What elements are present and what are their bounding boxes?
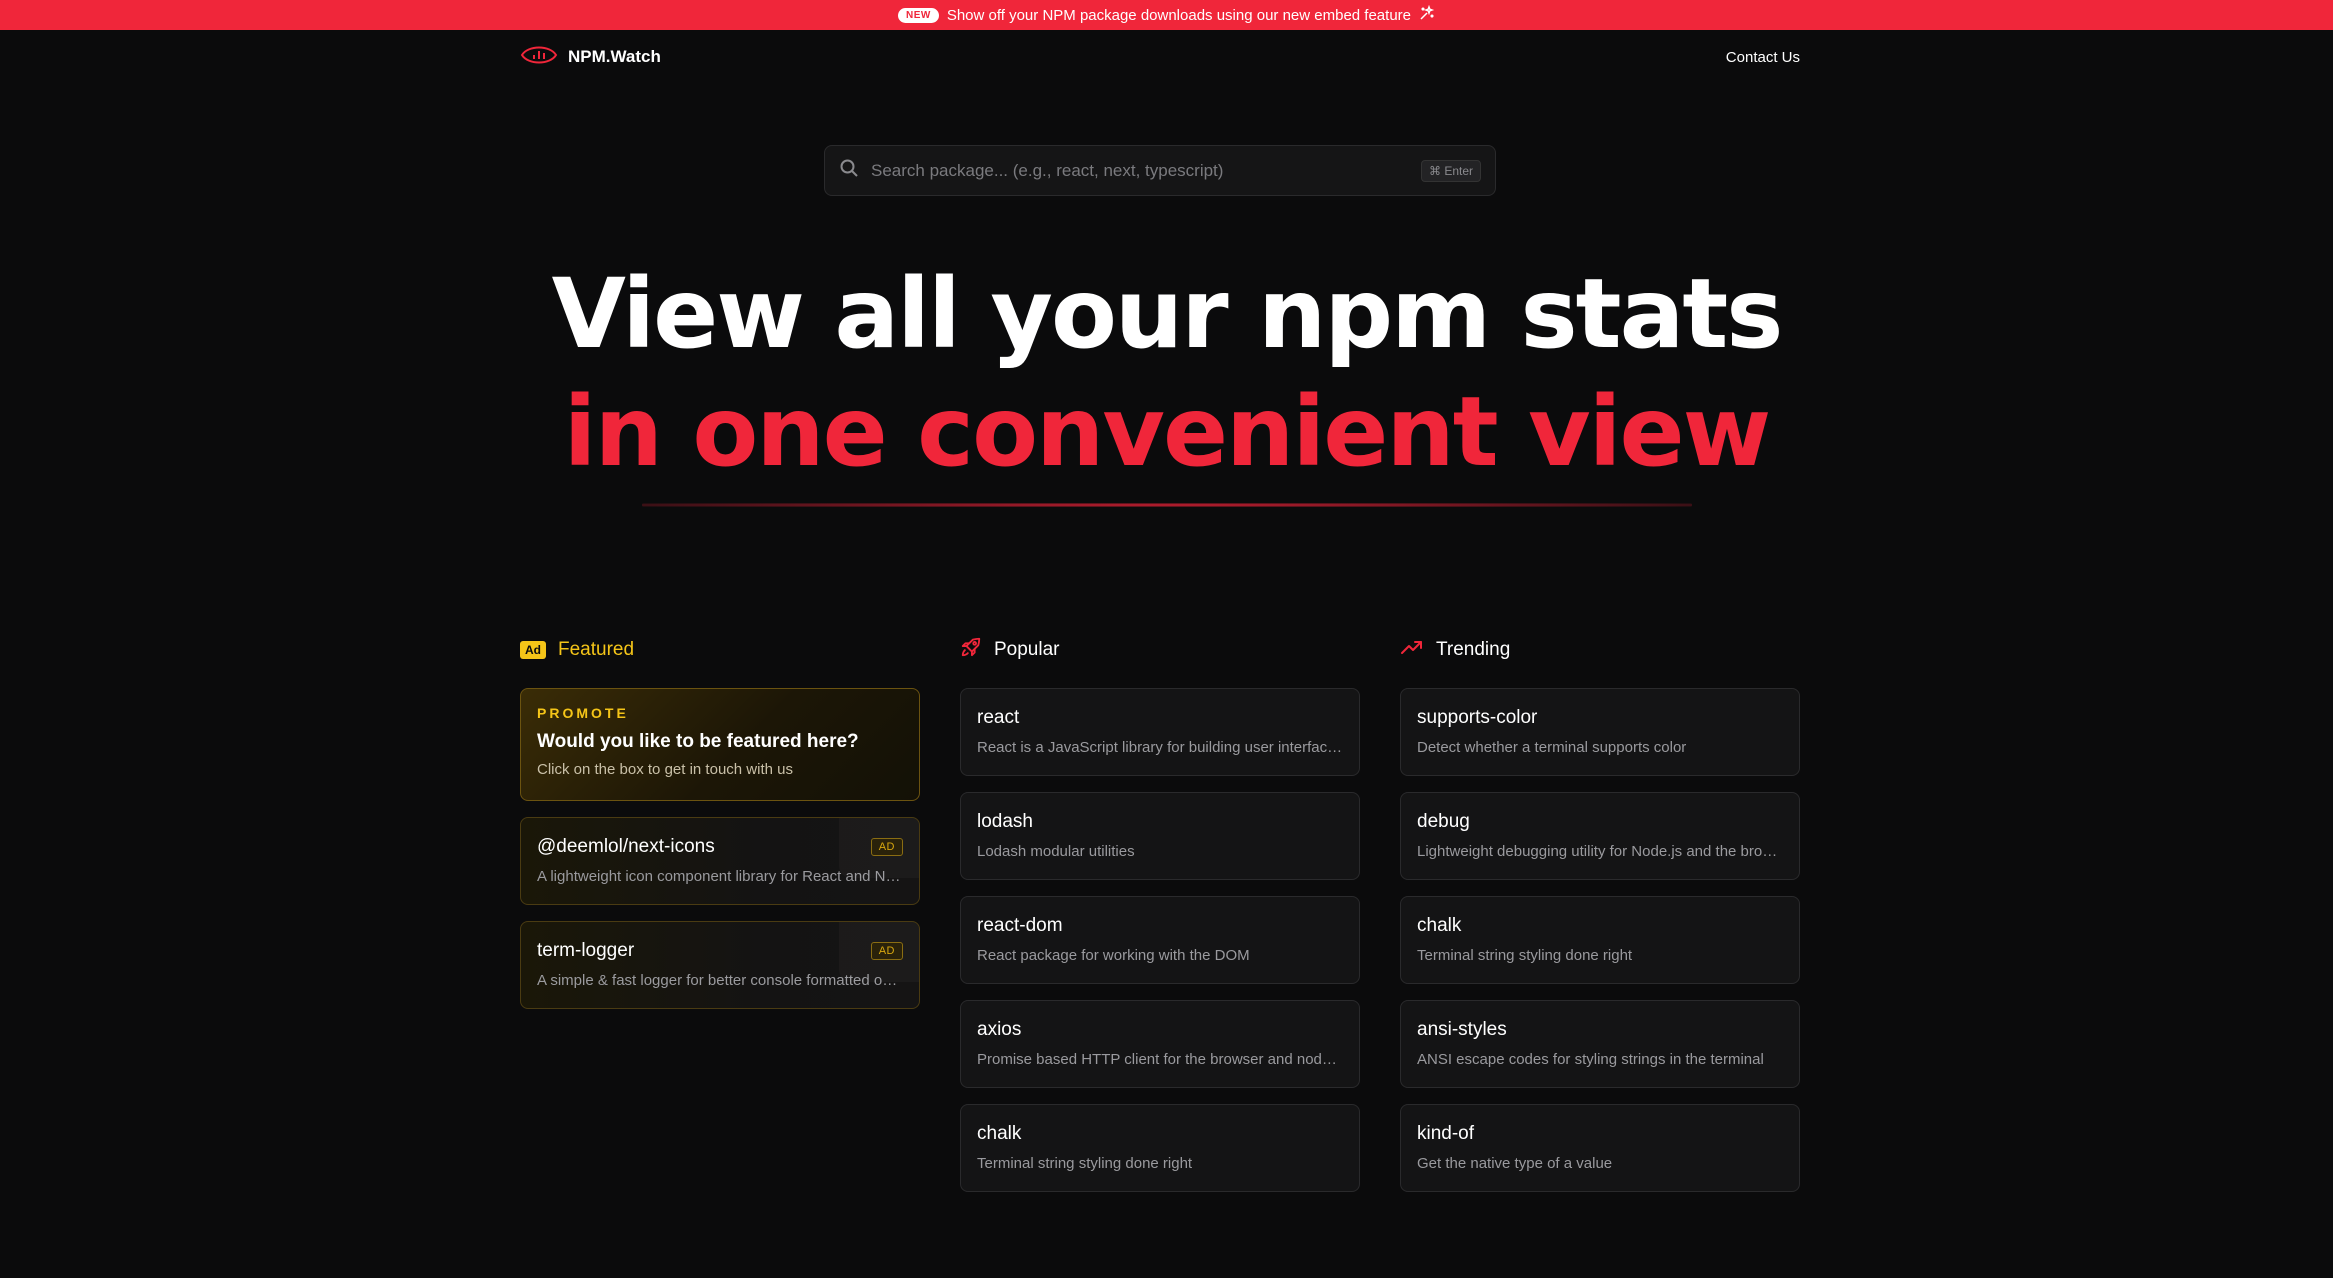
package-name: kind-of xyxy=(1417,1123,1475,1144)
package-name: chalk xyxy=(977,1123,1022,1144)
ad-icon: Ad xyxy=(520,641,546,659)
popular-header: Popular xyxy=(960,636,1360,664)
popular-column: Popular react React is a JavaScript libr… xyxy=(960,636,1360,1208)
ad-package-card[interactable]: @deemlol/next-icons A lightweight icon c… xyxy=(520,817,920,905)
trending-header: Trending xyxy=(1400,636,1800,664)
rocket-icon xyxy=(960,636,982,664)
trending-up-icon xyxy=(1400,636,1424,664)
trending-title: Trending xyxy=(1436,639,1511,660)
package-description: React package for working with the DOM xyxy=(977,947,1250,964)
package-name: ansi-styles xyxy=(1417,1019,1507,1040)
promote-card[interactable]: PROMOTE Would you like to be featured he… xyxy=(520,688,920,801)
package-card[interactable]: kind-of Get the native type of a value xyxy=(1400,1104,1800,1192)
package-name: debug xyxy=(1417,811,1470,832)
announcement-banner[interactable]: NEW Show off your NPM package downloads … xyxy=(0,0,2333,30)
package-description: Promise based HTTP client for the browse… xyxy=(977,1051,1343,1068)
hero: View all your npm stats in one convenien… xyxy=(0,255,2333,507)
package-description: Get the native type of a value xyxy=(1417,1155,1613,1172)
brand-logo[interactable]: NPM.Watch xyxy=(520,43,661,72)
package-card[interactable]: axios Promise based HTTP client for the … xyxy=(960,1000,1360,1088)
package-card[interactable]: chalk Terminal string styling done right xyxy=(960,1104,1360,1192)
popular-title: Popular xyxy=(994,639,1060,660)
package-description: Lightweight debugging utility for Node.j… xyxy=(1417,843,1783,860)
promote-question: Would you like to be featured here? xyxy=(537,731,859,752)
package-description: Terminal string styling done right xyxy=(977,1155,1193,1172)
search-icon xyxy=(839,158,859,183)
package-card[interactable]: react-dom React package for working with… xyxy=(960,896,1360,984)
package-name: react-dom xyxy=(977,915,1063,936)
featured-title: Featured xyxy=(558,639,635,660)
ad-badge: AD xyxy=(870,838,903,856)
brand-name: NPM.Watch xyxy=(568,47,661,66)
eye-chart-icon xyxy=(520,43,558,72)
trending-column: Trending supports-color Detect whether a… xyxy=(1400,636,1800,1208)
package-card[interactable]: chalk Terminal string styling done right xyxy=(1400,896,1800,984)
package-card[interactable]: debug Lightweight debugging utility for … xyxy=(1400,792,1800,880)
promote-kicker: PROMOTE xyxy=(537,705,629,721)
featured-header: Ad Featured xyxy=(520,636,920,664)
promote-subtext: Click on the box to get in touch with us xyxy=(537,761,793,778)
package-card[interactable]: supports-color Detect whether a terminal… xyxy=(1400,688,1800,776)
hero-title-line1: View all your npm stats xyxy=(551,258,1784,370)
package-description: Lodash modular utilities xyxy=(977,843,1135,860)
package-name: chalk xyxy=(1417,915,1462,936)
ad-package-card[interactable]: term-logger A simple & fast logger for b… xyxy=(520,921,920,1009)
package-description: ANSI escape codes for styling strings in… xyxy=(1417,1051,1764,1068)
package-card[interactable]: lodash Lodash modular utilities xyxy=(960,792,1360,880)
package-columns: Ad Featured PROMOTE Would you like to be… xyxy=(520,636,1800,1208)
new-badge: NEW xyxy=(897,7,939,23)
package-search[interactable]: ⌘ Enter xyxy=(824,145,1496,196)
top-nav: NPM.Watch Contact Us xyxy=(520,30,1800,84)
package-description: Terminal string styling done right xyxy=(1417,947,1633,964)
package-card[interactable]: ansi-styles ANSI escape codes for stylin… xyxy=(1400,1000,1800,1088)
package-description: Detect whether a terminal supports color xyxy=(1417,739,1687,756)
search-input[interactable] xyxy=(871,160,1409,181)
contact-us-link[interactable]: Contact Us xyxy=(1726,49,1800,66)
hero-title-line2: in one convenient view xyxy=(563,376,1772,488)
package-name: react xyxy=(977,707,1020,728)
package-card[interactable]: react React is a JavaScript library for … xyxy=(960,688,1360,776)
hero-underline xyxy=(641,503,1692,507)
ad-badge: AD xyxy=(870,942,903,960)
search-shortcut-hint: ⌘ Enter xyxy=(1420,159,1481,182)
announcement-text[interactable]: Show off your NPM package downloads usin… xyxy=(947,7,1411,24)
sparkle-icon xyxy=(1419,4,1435,26)
package-name: axios xyxy=(977,1019,1022,1040)
package-name: lodash xyxy=(977,811,1033,832)
package-description: React is a JavaScript library for buildi… xyxy=(977,739,1343,756)
featured-column: Ad Featured PROMOTE Would you like to be… xyxy=(520,636,920,1208)
package-name: supports-color xyxy=(1417,707,1538,728)
